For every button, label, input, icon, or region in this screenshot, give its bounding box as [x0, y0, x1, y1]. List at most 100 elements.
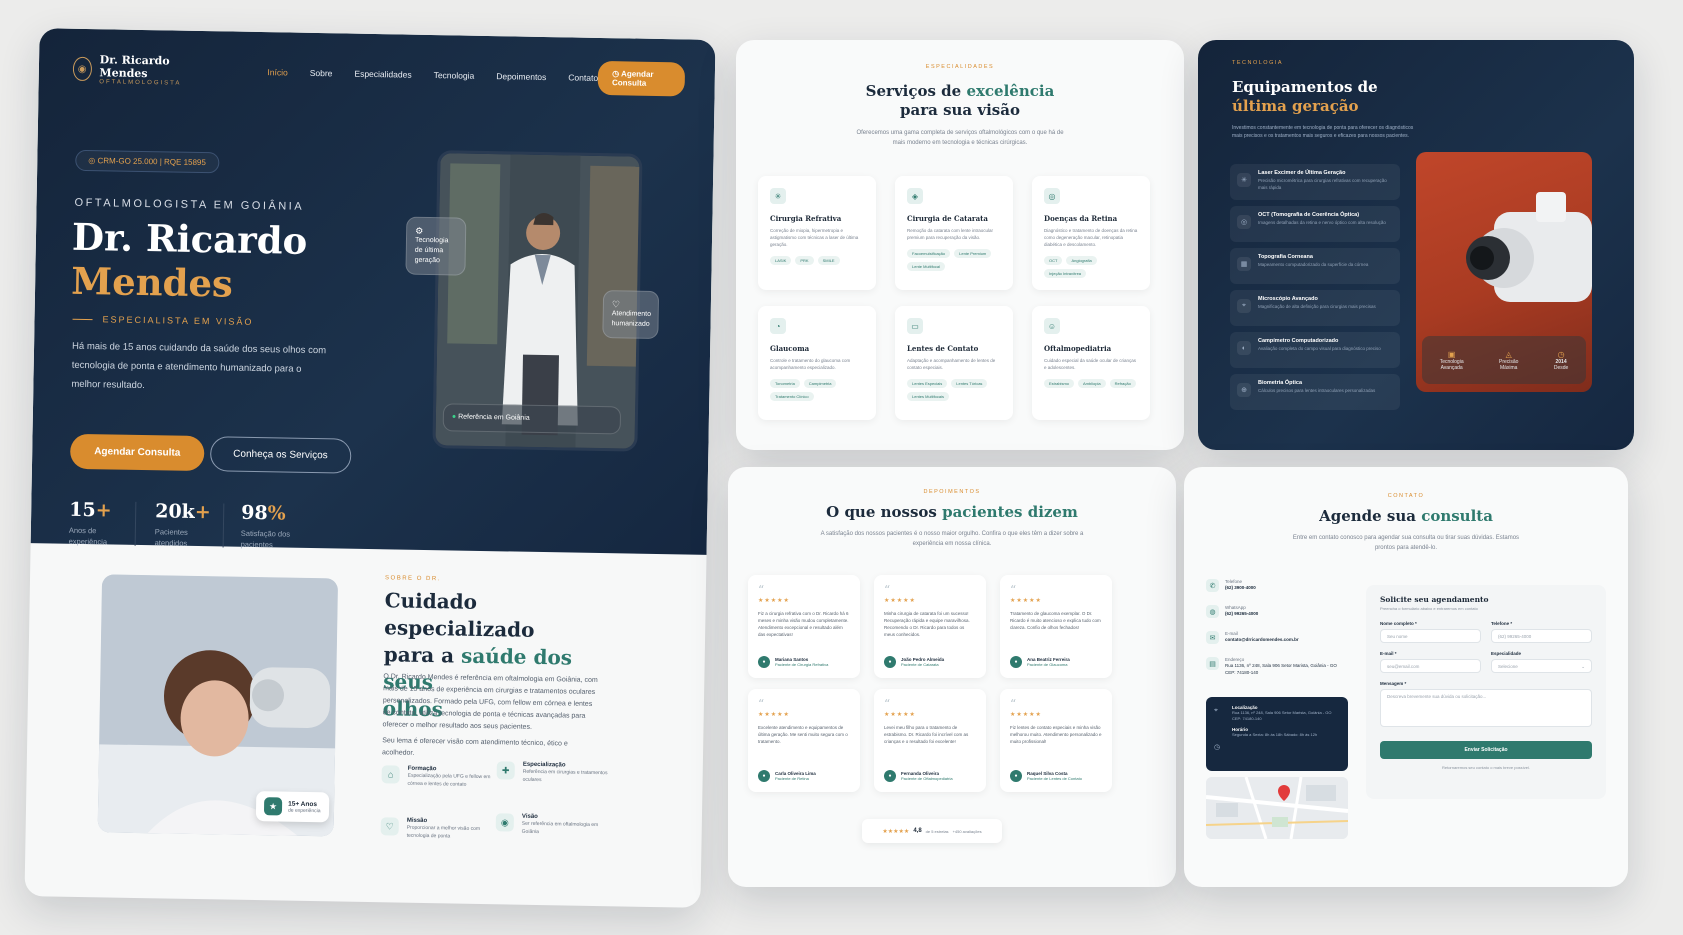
service-tag: Tratamento Clínico	[770, 392, 814, 401]
badge-care: ♡ Atendimento humanizado	[602, 290, 660, 340]
equipment-desc: Mapeamento computadorizado da superfície…	[1258, 262, 1369, 267]
biometry-icon: ⊕	[1237, 383, 1251, 397]
nav-link-sobre[interactable]: Sobre	[310, 68, 333, 78]
appointment-form: Solicite seu agendamento Preencha o form…	[1366, 585, 1606, 799]
service-title: Cirurgia Refrativa	[770, 214, 842, 223]
service-tag: Injeção Intravítrea	[1044, 269, 1087, 278]
hero-schedule-button[interactable]: Agendar Consulta	[69, 433, 205, 472]
equipment-title: Laser Excimer de Última Geração	[1258, 170, 1346, 176]
nav-link-inicio[interactable]: Início	[267, 67, 287, 77]
hero-name-first: Dr. Ricardo	[71, 214, 308, 263]
about-section: ★ 15+ Anos de experiência SOBRE O DR. Cu…	[24, 543, 706, 908]
service-tag: Tonometria	[770, 379, 800, 388]
testimonial-card: “★★★★★ Levei meu filho para o tratamento …	[874, 689, 986, 792]
stat-satisfaction: 98% Satisfação dos pacientes	[241, 502, 302, 551]
nav-link-depoimentos[interactable]: Depoimentos	[496, 71, 546, 82]
testimonial-card: “★★★★★ Tratamento de glaucoma exemplar. O…	[1000, 575, 1112, 678]
service-tag: PRK	[795, 256, 814, 265]
service-tag: LASIK	[770, 256, 792, 265]
quote-icon: “	[1010, 697, 1017, 711]
map-icon: ▦	[1237, 257, 1251, 271]
contact-phone[interactable]: ✆ Telefone (62) 3900-4000	[1206, 579, 1338, 592]
contact-value: (62) 3900-4000	[1225, 585, 1256, 590]
rating-stars: ★★★★★	[1010, 712, 1042, 718]
testimonial-card: “★★★★★ Fiz lentes de contato especiais e …	[1000, 689, 1112, 792]
services-title-c: para sua visão	[900, 101, 1020, 119]
equipment-item: ⊕ Biometria Óptica Cálculos precisos para …	[1230, 374, 1400, 410]
service-card[interactable]: ✳ Cirurgia Refrativa Correção de miopia,…	[758, 176, 876, 290]
tech-kicker: TECNOLOGIA	[1232, 60, 1284, 66]
phone-input[interactable]: (62) 99265-4000	[1491, 629, 1592, 643]
summary-of: de 5 estrelas	[925, 828, 949, 834]
equipment-desc: Precisão micrométrica para cirurgias ref…	[1258, 178, 1387, 190]
name-input[interactable]: Seu nome	[1380, 629, 1481, 643]
feature-desc: Especialização pela UFG e fellow em córn…	[407, 772, 491, 788]
feature-visao: ◉ Visão Ser referência em oftalmologia em…	[495, 813, 616, 837]
testimonial-text: Fiz a cirurgia refrativa com o Dr. Ricar…	[758, 611, 849, 637]
services-title-highlight: excelência	[966, 82, 1055, 100]
feature-desc: Referência em cirurgias e tratamentos oc…	[522, 768, 608, 784]
badge-technology-text: Tecnologia de última geração	[414, 236, 449, 265]
eye-icon: ◉	[495, 813, 514, 832]
message-textarea[interactable]: Descreva brevemente sua dúvida ou solici…	[1380, 689, 1592, 727]
technology-preview-card: TECNOLOGIA Equipamentos de última geraçã…	[1198, 40, 1634, 450]
service-desc: Cuidado especial da saúde ocular de cria…	[1044, 358, 1137, 370]
calendar-icon: ◷	[1557, 349, 1565, 359]
feature-formacao: ⌂ Formação Especialização pela UFG e fell…	[381, 765, 501, 789]
badge-technology: ⚙ Tecnologia de última geração	[405, 216, 467, 276]
medal-icon: ✚	[496, 761, 515, 780]
nav-schedule-button[interactable]: ◷ Agendar Consulta	[597, 60, 686, 97]
navbar: ◉ Dr. Ricardo Mendes OFTALMOLOGISTA Iníc…	[72, 51, 686, 98]
specialty-select[interactable]: Selecione ⌄	[1491, 659, 1592, 673]
retina-icon: ◎	[1044, 188, 1060, 204]
service-tag: Lentes Multifocais	[907, 392, 950, 401]
services-title: Serviços de excelência para sua visão	[736, 82, 1184, 120]
pin-icon: ⌖	[1214, 707, 1218, 714]
stat-patients: 20k+ Pacientes atendidos	[155, 500, 211, 549]
service-card[interactable]: ☺ Oftalmopediatria Cuidado especial da s…	[1032, 306, 1150, 420]
badge-care-text: Atendimento humanizado	[611, 310, 652, 328]
contact-email[interactable]: ✉ E-mail contato@drricardomendes.com.br	[1206, 631, 1338, 644]
contact-whatsapp[interactable]: ◍ WhatsApp (62) 99265-4000	[1206, 605, 1338, 618]
shield-icon: ◈	[907, 188, 923, 204]
location-value: Rua 1136, nº 248, Sala 906 Setor Marista…	[1232, 710, 1332, 721]
feature-especializacao: ✚ Especialização Referência em cirurgias …	[496, 761, 617, 785]
hero-description: Há mais de 15 anos cuidando da saúde dos…	[71, 340, 327, 392]
avatar: ●	[758, 656, 770, 668]
service-desc: Diagnóstico e tratamento de doenças da r…	[1044, 228, 1138, 247]
services-subtitle: Oferecemos uma gama completa de serviços…	[856, 130, 1064, 146]
testimonial-role: Paciente de Oftalmopediatria	[901, 776, 953, 781]
email-input[interactable]: seu@email.com	[1380, 659, 1481, 673]
submit-button[interactable]: Enviar Solicitação	[1380, 741, 1592, 759]
nav-link-tecnologia[interactable]: Tecnologia	[434, 70, 475, 81]
form-subtitle: Preencha o formulário abaixo e entraremo…	[1380, 606, 1478, 611]
target-icon: ◬	[1505, 349, 1512, 359]
equipment-title: Topografia Corneana	[1258, 254, 1313, 260]
contact-title: Agende sua consulta	[1184, 507, 1628, 525]
experience-badge-value: 15+ Anos	[288, 800, 318, 808]
testimonial-card: “★★★★★ Minha cirurgia de catarata foi um …	[874, 575, 986, 678]
heart-icon: ♡	[380, 817, 399, 836]
equipment-item: ◎ OCT (Tomografia de Coerência Óptica) Ima…	[1230, 206, 1400, 242]
service-tag: Lentes Especiais	[907, 379, 948, 388]
services-kicker: ESPECIALIDADES	[925, 64, 995, 70]
eye-logo-icon: ◉	[72, 56, 92, 82]
stat-divider	[222, 503, 225, 548]
testimonial-card: “★★★★★ Fiz a cirurgia refrativa com o Dr.…	[748, 575, 860, 678]
avatar: ●	[884, 656, 896, 668]
nav-link-contato[interactable]: Contato	[568, 72, 598, 83]
tech-badge-value: Tecnologia	[1439, 358, 1464, 365]
service-card[interactable]: ◈ Cirurgia de Catarata Remoção da catara…	[895, 176, 1013, 290]
service-card[interactable]: ◎ Doenças da Retina Diagnóstico e tratam…	[1032, 176, 1150, 290]
service-desc: Adaptação e acompanhamento de lentes de …	[907, 358, 996, 370]
map-widget[interactable]	[1206, 777, 1348, 839]
testimonial-role: Paciente de Retina	[775, 776, 809, 781]
logo[interactable]: Dr. Ricardo Mendes OFTALMOLOGISTA	[99, 53, 191, 87]
nav-link-especialidades[interactable]: Especialidades	[354, 69, 411, 80]
contact-kicker: CONTATO	[1387, 493, 1425, 499]
service-card[interactable]: ▭ Lentes de Contato Adaptação e acompanh…	[895, 306, 1013, 420]
service-card[interactable]: ◔ Glaucoma Controle e tratamento do glau…	[758, 306, 876, 420]
hero-services-button[interactable]: Conheça os Serviços	[209, 436, 352, 474]
summary-stars: ★★★★★	[882, 828, 910, 835]
equipment-title: Microscópio Avançado	[1258, 296, 1318, 302]
